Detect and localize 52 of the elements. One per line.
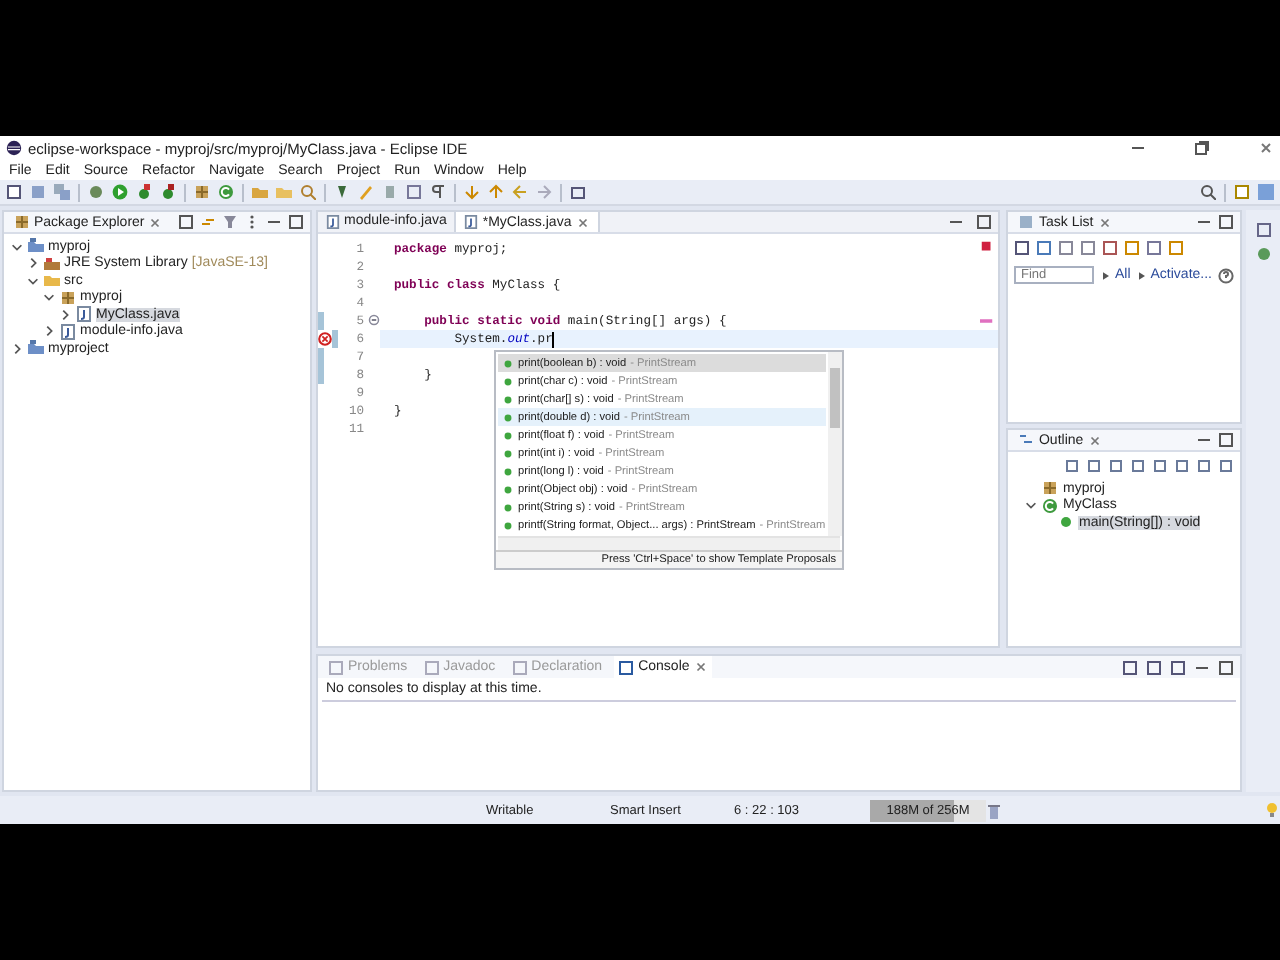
external-tools-icon[interactable]: [160, 184, 176, 200]
chevron-right-icon[interactable]: [10, 341, 24, 356]
chevron-down-icon[interactable]: [1024, 498, 1039, 513]
chevron-right-icon[interactable]: [42, 324, 56, 339]
triangle-icon: [1136, 269, 1149, 281]
task-list-icon: [1018, 214, 1035, 230]
outline-icon: [1018, 432, 1035, 448]
package-icon: [60, 289, 76, 306]
maximize-icon[interactable]: [976, 214, 993, 230]
run-icon[interactable]: [112, 184, 128, 200]
fold-icon[interactable]: [368, 313, 380, 325]
java-file-icon: [464, 214, 479, 230]
close-icon[interactable]: [1097, 215, 1112, 229]
close-icon[interactable]: [693, 660, 708, 674]
chevron-down-icon[interactable]: [26, 273, 40, 288]
restore-icon[interactable]: [1194, 140, 1210, 156]
previous-annotation-icon[interactable]: [488, 184, 504, 200]
chevron-down-icon[interactable]: [10, 239, 24, 254]
close-icon[interactable]: [148, 215, 163, 229]
chevron-down-icon[interactable]: [42, 290, 56, 305]
lightbulb-icon: [1264, 802, 1280, 818]
save-all-icon[interactable]: [54, 184, 70, 200]
maximize-icon[interactable]: [1218, 659, 1234, 675]
chevron-right-icon[interactable]: [26, 256, 40, 271]
library-icon: [44, 255, 60, 272]
project-folder-icon: [28, 238, 44, 255]
maximize-icon[interactable]: [288, 214, 305, 230]
pilcrow-icon[interactable]: [430, 184, 446, 200]
new-class-icon[interactable]: [218, 184, 234, 200]
new-icon[interactable]: [6, 184, 22, 200]
text-cursor: [552, 331, 555, 347]
package-icon: [1042, 480, 1059, 497]
coverage-icon[interactable]: [136, 184, 152, 200]
chevron-right-icon[interactable]: [58, 307, 72, 322]
close-icon[interactable]: [1258, 140, 1274, 156]
new-package-icon[interactable]: [194, 184, 210, 200]
garbage-collect-icon[interactable]: [986, 801, 1002, 819]
scrollbar[interactable]: [828, 352, 842, 536]
folder-icon: [44, 272, 60, 289]
maximize-icon[interactable]: [1218, 214, 1234, 230]
class-icon: [1042, 497, 1059, 514]
search-icon[interactable]: [300, 184, 316, 200]
close-icon[interactable]: [575, 215, 590, 229]
package-explorer-icon: [14, 214, 30, 230]
help-icon[interactable]: [1218, 267, 1234, 283]
triangle-icon: [1100, 269, 1113, 281]
next-annotation-icon[interactable]: [464, 184, 480, 200]
project-folder-icon: [28, 340, 44, 357]
scrollbar[interactable]: [498, 536, 840, 550]
maximize-icon[interactable]: [1218, 432, 1234, 448]
search-icon[interactable]: [1200, 184, 1216, 200]
close-icon[interactable]: [1087, 433, 1102, 447]
